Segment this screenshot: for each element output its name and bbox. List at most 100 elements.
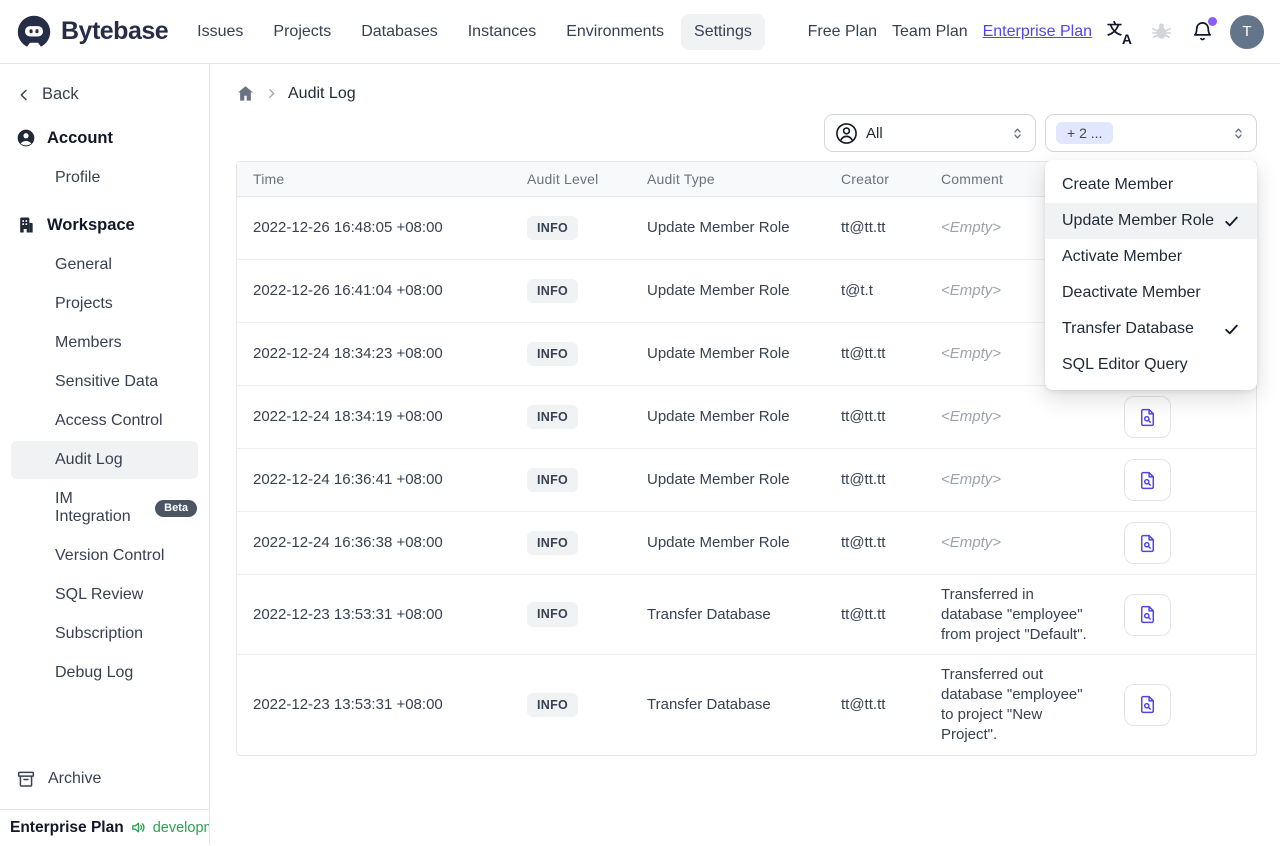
sidebar-item-label: Sensitive Data bbox=[55, 373, 159, 390]
archive-icon bbox=[16, 769, 36, 789]
sidebar-item-label: General bbox=[55, 256, 112, 273]
view-detail-button[interactable] bbox=[1124, 459, 1171, 501]
time-cell: 2022-12-23 13:53:31 +08:00 bbox=[253, 605, 443, 623]
view-detail-button[interactable] bbox=[1124, 593, 1171, 636]
audit-type-menu-item[interactable]: SQL Editor Query bbox=[1045, 347, 1257, 383]
comment-cell: Transferred in database "employee" from … bbox=[925, 575, 1108, 654]
back-label: Back bbox=[42, 85, 79, 103]
audit-level-badge: INFO bbox=[527, 467, 579, 493]
nav-link[interactable]: Projects bbox=[260, 14, 344, 50]
time-cell: 2022-12-24 18:34:23 +08:00 bbox=[253, 345, 443, 363]
column-header: Creator bbox=[841, 171, 890, 187]
actions-cell bbox=[1108, 449, 1256, 511]
view-detail-button[interactable] bbox=[1124, 396, 1171, 438]
comment-text: Transferred out database "employee" to p… bbox=[941, 666, 1083, 743]
main-nav: Issues Projects Databases Instances Envi… bbox=[184, 13, 765, 50]
back-button[interactable]: Back bbox=[0, 72, 209, 117]
creator-filter-select[interactable]: All bbox=[824, 114, 1036, 152]
audit-level-cell: INFO bbox=[511, 521, 631, 566]
audit-type-menu-item[interactable]: Activate Member bbox=[1045, 239, 1257, 275]
sidebar-item-label: IM Integration bbox=[55, 490, 131, 525]
sidebar-item[interactable]: Access Control bbox=[0, 402, 209, 440]
audit-level-cell: INFO bbox=[511, 269, 631, 314]
view-detail-button[interactable] bbox=[1124, 522, 1171, 564]
sidebar-item[interactable]: Members bbox=[0, 324, 209, 362]
chevron-up-down-icon bbox=[1231, 126, 1246, 141]
audit-type-menu-item[interactable]: Create Member bbox=[1045, 167, 1257, 203]
account-items: Profile bbox=[0, 159, 209, 198]
sidebar-item[interactable]: SQL Review bbox=[0, 576, 209, 614]
comment-cell: Transferred out database "employee" to p… bbox=[925, 655, 1108, 754]
audit-log-page: Audit Log All + 2 ... Create Member Upda… bbox=[210, 64, 1280, 845]
chevron-right-icon bbox=[265, 87, 278, 100]
environment-label: development bbox=[152, 819, 209, 836]
audit-type-menu-item[interactable]: Transfer Database bbox=[1045, 311, 1257, 347]
sidebar-item[interactable]: IM Integration Beta bbox=[0, 480, 209, 536]
sidebar-item-label: Audit Log bbox=[55, 451, 123, 468]
sidebar-item[interactable]: Audit Log bbox=[11, 441, 198, 479]
menu-item-label: Deactivate Member bbox=[1062, 284, 1201, 301]
person-circle-icon bbox=[835, 122, 858, 145]
sidebar-item[interactable]: Profile bbox=[0, 159, 209, 197]
translate-icon[interactable]: 文 A bbox=[1107, 20, 1133, 47]
translate-zh-glyph: 文 bbox=[1107, 20, 1123, 38]
beta-badge: Beta bbox=[155, 499, 197, 517]
brand-name: Bytebase bbox=[61, 17, 169, 45]
column-header: Audit Type bbox=[647, 171, 715, 187]
nav-link[interactable]: Instances bbox=[455, 14, 549, 50]
nav-link[interactable]: Databases bbox=[348, 14, 451, 50]
enterprise-plan-link[interactable]: Enterprise Plan bbox=[983, 23, 1092, 41]
time-cell: 2022-12-24 16:36:41 +08:00 bbox=[253, 471, 443, 489]
audit-type-menu-item[interactable]: Update Member Role bbox=[1045, 203, 1257, 239]
home-icon[interactable] bbox=[236, 84, 255, 103]
sidebar-item[interactable]: Sensitive Data bbox=[0, 363, 209, 401]
comment-text: <Empty> bbox=[941, 345, 1002, 363]
audit-level-cell: INFO bbox=[511, 332, 631, 377]
top-navbar: Bytebase Issues Projects Databases Insta… bbox=[0, 0, 1280, 64]
comment-cell: <Empty> bbox=[925, 523, 1108, 563]
user-icon bbox=[16, 128, 36, 148]
table-row: 2022-12-23 13:53:31 +08:00 INFO Transfer… bbox=[237, 575, 1256, 656]
plan-bar: Enterprise Plan development bbox=[0, 809, 209, 845]
workspace-items: General Projects Members Sensitive Data … bbox=[0, 246, 209, 693]
sidebar-item[interactable]: Subscription bbox=[0, 615, 209, 653]
bug-report-icon[interactable] bbox=[1148, 19, 1174, 45]
sidebar-item[interactable]: Debug Log bbox=[0, 654, 209, 692]
sidebar-item[interactable]: General bbox=[0, 246, 209, 284]
audit-type-menu-item[interactable]: Deactivate Member bbox=[1045, 275, 1257, 311]
notification-bell-icon[interactable] bbox=[1189, 16, 1217, 45]
sidebar-item-label: Members bbox=[55, 334, 122, 351]
sidebar-item[interactable]: Projects bbox=[0, 285, 209, 323]
creator-cell: tt@tt.tt bbox=[841, 471, 886, 489]
free-plan-link[interactable]: Free Plan bbox=[808, 23, 877, 41]
speaker-icon bbox=[130, 819, 147, 836]
comment-cell: <Empty> bbox=[925, 460, 1108, 500]
archive-link[interactable]: Archive bbox=[0, 758, 209, 809]
audit-level-badge: INFO bbox=[527, 602, 579, 627]
view-detail-button[interactable] bbox=[1124, 683, 1171, 726]
actions-cell bbox=[1108, 512, 1256, 574]
sidebar-item-label: Debug Log bbox=[55, 664, 134, 681]
audit-type-cell: Update Member Role bbox=[647, 345, 790, 363]
audit-type-menu: Create Member Update Member Role Activat… bbox=[1045, 160, 1257, 390]
comment-text: <Empty> bbox=[941, 282, 1002, 300]
team-plan-link[interactable]: Team Plan bbox=[892, 23, 968, 41]
creator-cell: tt@tt.tt bbox=[841, 696, 886, 714]
translate-en-glyph: A bbox=[1121, 30, 1132, 47]
menu-item-label: Activate Member bbox=[1062, 248, 1183, 265]
time-cell: 2022-12-24 18:34:19 +08:00 bbox=[253, 408, 443, 426]
creator-cell: tt@tt.tt bbox=[841, 219, 886, 237]
nav-link[interactable]: Environments bbox=[553, 14, 677, 50]
nav-link[interactable]: Settings bbox=[681, 13, 765, 50]
bytebase-logo[interactable]: Bytebase bbox=[16, 14, 169, 50]
archive-label: Archive bbox=[48, 770, 102, 787]
audit-level-cell: INFO bbox=[511, 458, 631, 503]
sidebar-item[interactable]: Version Control bbox=[0, 537, 209, 575]
nav-link[interactable]: Issues bbox=[184, 14, 256, 50]
actions-cell bbox=[1108, 584, 1256, 646]
table-row: 2022-12-24 16:36:41 +08:00 INFO Update M… bbox=[237, 449, 1256, 512]
audit-type-filter-select[interactable]: + 2 ... bbox=[1045, 114, 1257, 152]
menu-item-label: Create Member bbox=[1062, 176, 1174, 193]
avatar[interactable]: T bbox=[1230, 14, 1264, 49]
menu-item-label: SQL Editor Query bbox=[1062, 356, 1188, 373]
